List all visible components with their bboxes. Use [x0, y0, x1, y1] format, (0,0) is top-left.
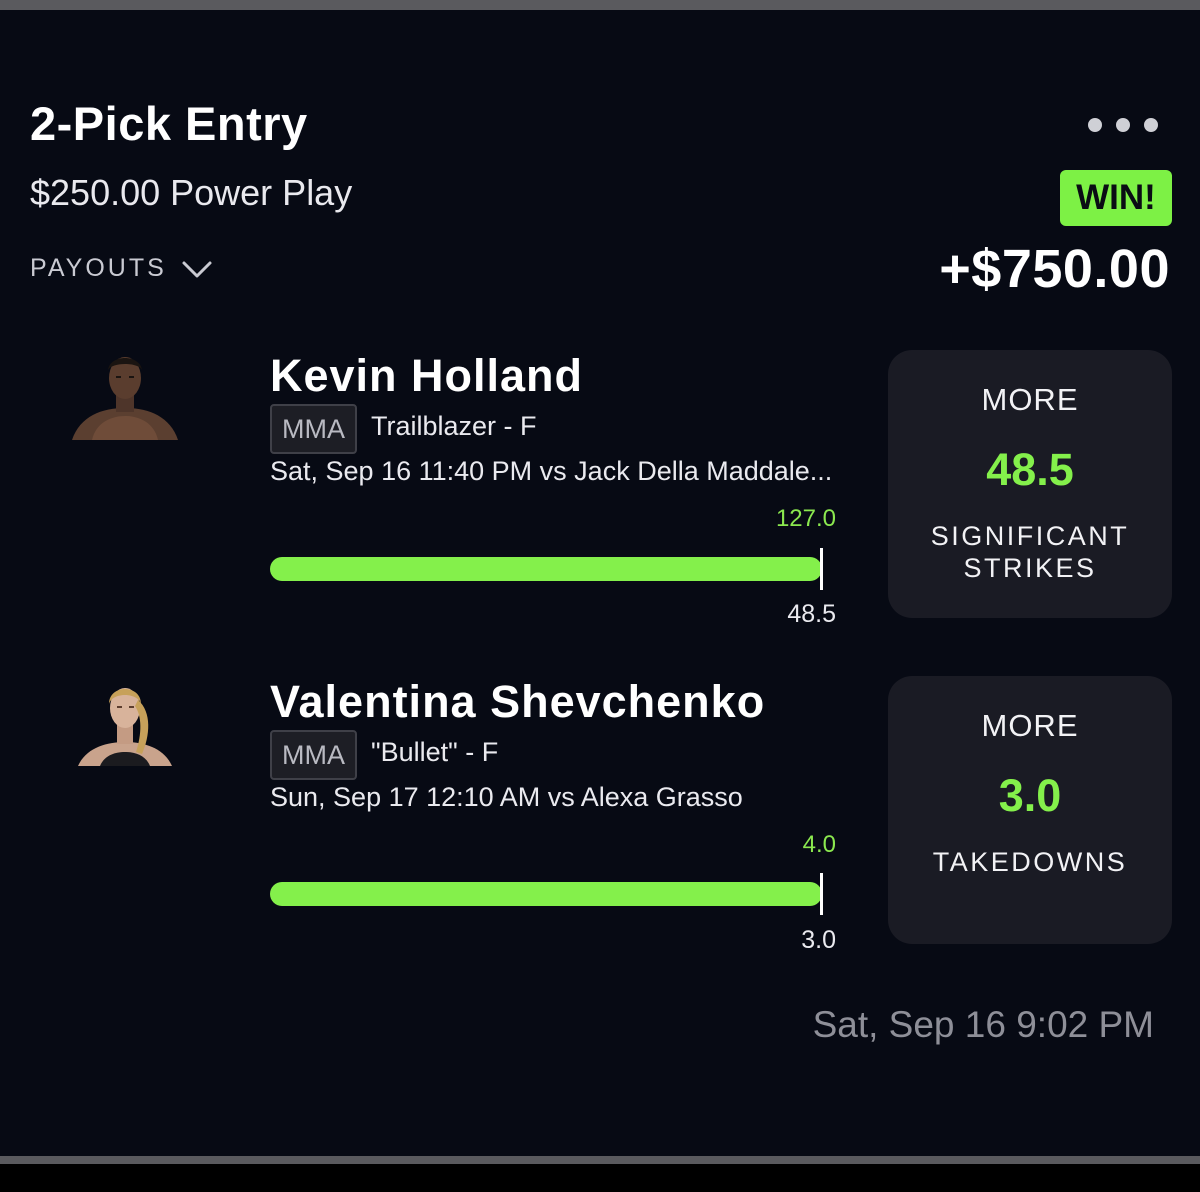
dot: [1088, 118, 1102, 132]
projection-value: 48.5: [986, 444, 1074, 495]
payouts-label: PAYOUTS: [30, 254, 167, 282]
line-value: 3.0: [801, 926, 836, 954]
win-amount: +$750.00: [939, 239, 1170, 299]
dot: [1116, 118, 1130, 132]
actual-value: 4.0: [802, 831, 836, 858]
line-value: 48.5: [787, 600, 836, 628]
player-name: Kevin Holland: [270, 350, 584, 401]
player-team: "Bullet" - F: [371, 737, 499, 767]
bottom-divider: [0, 1156, 1200, 1164]
projection-value: 3.0: [998, 770, 1062, 821]
player-avatar: [78, 688, 172, 766]
player-team: Trailblazer - F: [371, 411, 537, 441]
line-marker: [820, 873, 823, 915]
actual-value: 127.0: [775, 505, 836, 532]
more-dots-icon[interactable]: [1088, 118, 1158, 132]
progress-bar: [270, 557, 822, 581]
progress-bar: [270, 882, 822, 906]
entry-timestamp: Sat, Sep 16 9:02 PM: [812, 1004, 1154, 1045]
entry-subtitle: $250.00 Power Play: [30, 172, 353, 213]
projection-card[interactable]: MORE 48.5 SIGNIFICANT STRIKES: [888, 350, 1172, 618]
projection-stat: TAKEDOWNS: [932, 847, 1128, 877]
line-marker: [820, 548, 823, 590]
projection-direction: MORE: [981, 382, 1079, 417]
projection-direction: MORE: [981, 708, 1079, 743]
league-badge: MMA: [270, 404, 357, 454]
entry-title: 2-Pick Entry: [30, 97, 308, 150]
top-divider: [0, 0, 1200, 10]
win-badge: WIN!: [1060, 170, 1172, 226]
dot: [1144, 118, 1158, 132]
projection-stat: SIGNIFICANT STRIKES: [930, 521, 1130, 583]
player-avatar: [72, 357, 178, 440]
chevron-down-icon: [182, 261, 212, 277]
projection-card[interactable]: MORE 3.0 TAKEDOWNS: [888, 676, 1172, 944]
league-badge: MMA: [270, 730, 357, 780]
payouts-toggle[interactable]: PAYOUTS: [30, 254, 213, 283]
game-info: Sun, Sep 17 12:10 AM vs Alexa Grasso: [270, 782, 743, 812]
player-name: Valentina Shevchenko: [270, 676, 766, 727]
game-info: Sat, Sep 16 11:40 PM vs Jack Della Madda…: [270, 456, 833, 486]
